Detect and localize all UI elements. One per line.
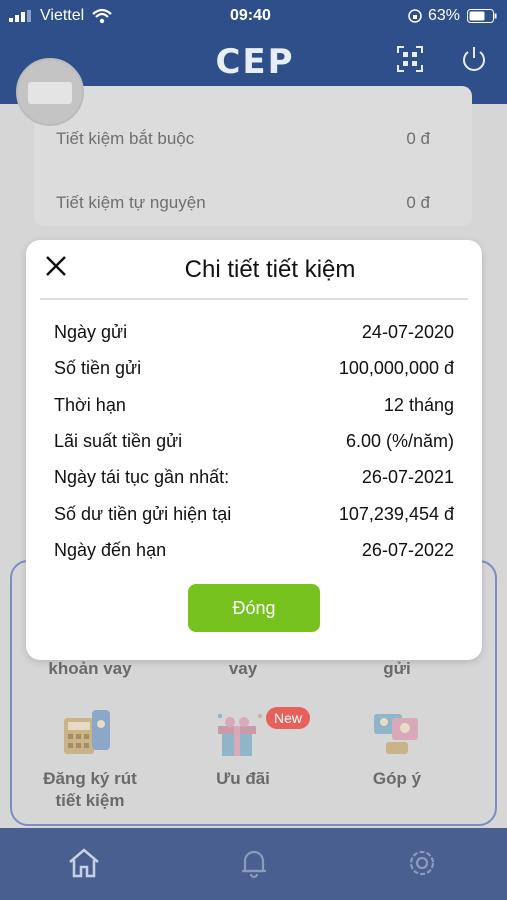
detail-label: Số tiền gửi <box>54 358 142 378</box>
savings-value: 0 đ <box>406 129 430 148</box>
home-icon[interactable] <box>67 846 101 880</box>
battery-percent: 63% <box>428 7 461 24</box>
avatar[interactable] <box>16 58 84 126</box>
menu-item-withdraw-savings[interactable]: Đăng ký rút tiết kiệm <box>20 768 160 812</box>
bell-icon[interactable] <box>237 846 271 880</box>
signal-icon <box>9 10 31 22</box>
detail-label: Ngày gửi <box>54 322 128 342</box>
savings-label: Tiết kiệm bắt buộc <box>56 129 195 148</box>
detail-value: 107,239,454 đ <box>338 504 454 524</box>
detail-value: 6.00 (%/năm) <box>345 431 454 451</box>
status-bar: Viettel 09:40 63% <box>0 0 507 32</box>
savings-detail-modal: Chi tiết tiết kiệm Ngày gửi 24-07-2020 S… <box>26 240 482 660</box>
modal-divider <box>40 298 468 300</box>
savings-summary-card: Tiết kiệm bắt buộc 0 đ Tiết kiệm tự nguy… <box>34 86 472 226</box>
detail-row: Ngày tái tục gần nhất: 26-07-2021 <box>54 467 454 488</box>
clock: 09:40 <box>230 7 271 24</box>
new-badge: New <box>266 707 310 729</box>
detail-row: Ngày đến hạn 26-07-2022 <box>54 540 454 561</box>
detail-label: Ngày tái tục gần nhất: <box>54 467 230 487</box>
carrier-name: Viettel <box>40 7 85 24</box>
detail-label: Lãi suất tiền gửi <box>54 431 183 451</box>
detail-row: Lãi suất tiền gửi 6.00 (%/năm) <box>54 431 454 452</box>
feedback-icon[interactable] <box>372 708 422 758</box>
detail-label: Ngày đến hạn <box>54 540 167 560</box>
savings-value: 0 đ <box>406 193 430 212</box>
modal-title: Chi tiết tiết kiệm <box>184 256 356 283</box>
savings-row[interactable]: Tiết kiệm bắt buộc 0 đ <box>56 129 452 149</box>
detail-value: 12 tháng <box>383 395 454 415</box>
calculator-icon[interactable] <box>62 708 112 758</box>
detail-value: 24-07-2020 <box>361 322 454 342</box>
detail-value: 26-07-2021 <box>361 467 454 487</box>
wifi-icon <box>92 8 112 24</box>
savings-label: Tiết kiệm tự nguyện <box>56 193 206 212</box>
battery-icon <box>467 9 497 23</box>
detail-row: Ngày gửi 24-07-2020 <box>54 322 454 343</box>
menu-item-feedback[interactable]: Góp ý <box>347 768 447 790</box>
menu-item-label: Ưu đãi <box>216 769 270 788</box>
menu-item-label: Góp ý <box>372 769 422 788</box>
detail-value: 100,000,000 đ <box>338 358 454 378</box>
detail-label: Số dư tiền gửi hiện tại <box>54 504 232 524</box>
power-icon[interactable] <box>460 45 488 73</box>
detail-value: 26-07-2022 <box>361 540 454 560</box>
rotation-lock-icon <box>408 9 422 23</box>
detail-label: Thời hạn <box>54 395 126 415</box>
close-button[interactable]: Đóng <box>188 584 320 632</box>
bottom-nav <box>0 828 507 900</box>
gift-icon[interactable] <box>216 710 266 760</box>
menu-item-label[interactable]: khoản vay <box>30 658 150 680</box>
detail-row: Thời hạn 12 tháng <box>54 395 454 416</box>
detail-row: Số tiền gửi 100,000,000 đ <box>54 358 454 379</box>
menu-item-label: Đăng ký rút <box>43 769 137 788</box>
menu-item-label[interactable]: vay <box>193 658 293 680</box>
detail-row: Số dư tiền gửi hiện tại 107,239,454 đ <box>54 504 454 525</box>
app-logo: CEP <box>215 42 295 82</box>
gear-icon[interactable] <box>405 846 439 880</box>
menu-item-offers[interactable]: Ưu đãi <box>193 768 293 790</box>
menu-item-label: tiết kiệm <box>55 791 125 810</box>
savings-row[interactable]: Tiết kiệm tự nguyện 0 đ <box>56 193 452 213</box>
qr-scan-icon[interactable] <box>396 45 424 73</box>
menu-item-label[interactable]: gửi <box>347 658 447 680</box>
